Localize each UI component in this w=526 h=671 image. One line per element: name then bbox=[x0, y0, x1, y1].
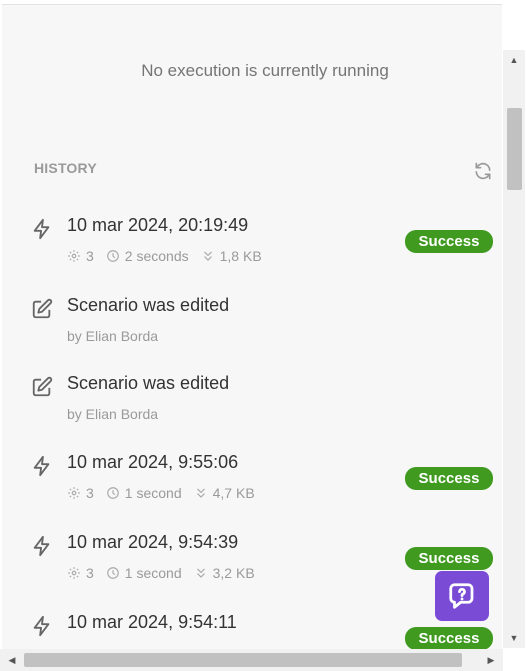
bolt-icon bbox=[33, 455, 50, 477]
execution-timestamp: 10 mar 2024, 20:19:49 bbox=[67, 215, 249, 235]
execution-meta: 3 2 seconds 1,8 KB bbox=[67, 248, 274, 264]
bolt-icon bbox=[33, 218, 50, 240]
history-entry-edit: Scenario was edited by Elian Borda bbox=[2, 373, 502, 443]
chevrons-down-icon bbox=[196, 568, 205, 578]
execution-timestamp: 10 mar 2024, 9:54:11 bbox=[67, 612, 237, 632]
ops-value: 3 bbox=[86, 248, 94, 264]
duration: 1 second bbox=[106, 485, 182, 501]
size-value: 3,2 KB bbox=[212, 565, 255, 581]
bolt-icon bbox=[33, 615, 50, 637]
no-execution-message: No execution is currently running bbox=[141, 61, 389, 80]
edit-title: Scenario was edited bbox=[67, 373, 230, 393]
gear-icon bbox=[68, 567, 80, 579]
edit-title: Scenario was edited bbox=[67, 295, 230, 315]
status-badge: Success bbox=[405, 230, 493, 253]
history-entry-execution[interactable]: 10 mar 2024, 9:54:11 Success bbox=[2, 612, 502, 649]
edit-author: by Elian Borda bbox=[67, 406, 159, 422]
help-icon bbox=[449, 583, 474, 609]
status-badge: Success bbox=[405, 547, 493, 570]
vertical-scroll-thumb[interactable] bbox=[507, 108, 522, 190]
duration-value: 2 seconds bbox=[124, 248, 189, 264]
operations-count: 3 bbox=[67, 485, 94, 501]
bolt-icon bbox=[33, 535, 50, 557]
history-entry-execution[interactable]: 10 mar 2024, 9:55:06 3 1 second 4,7 KB S… bbox=[2, 452, 502, 522]
edit-icon bbox=[32, 298, 53, 319]
execution-timestamp: 10 mar 2024, 9:54:39 bbox=[67, 532, 239, 552]
scroll-down-arrow[interactable]: ▼ bbox=[503, 630, 525, 646]
size-value: 1,8 KB bbox=[219, 248, 262, 264]
gear-icon bbox=[68, 487, 80, 499]
history-entry-edit: Scenario was edited by Elian Borda bbox=[2, 295, 502, 365]
data-size: 4,7 KB bbox=[194, 485, 255, 501]
status-badge: Success bbox=[405, 627, 493, 649]
execution-meta: 3 1 second 4,7 KB bbox=[67, 485, 267, 501]
duration: 2 seconds bbox=[106, 248, 189, 264]
gear-icon bbox=[68, 250, 80, 262]
history-entry-execution[interactable]: 10 mar 2024, 20:19:49 3 2 seconds 1,8 KB… bbox=[2, 215, 502, 285]
duration: 1 second bbox=[106, 565, 182, 581]
clock-icon bbox=[106, 567, 119, 579]
history-entry-execution[interactable]: 10 mar 2024, 9:54:39 3 1 second 3,2 KB S… bbox=[2, 532, 502, 602]
scenario-panel: No execution is currently running HISTOR… bbox=[2, 4, 502, 649]
clock-icon bbox=[106, 487, 119, 499]
status-badge: Success bbox=[405, 467, 493, 490]
execution-meta: 3 1 second 3,2 KB bbox=[67, 565, 267, 581]
vertical-scrollbar[interactable]: ▲ ▼ bbox=[503, 50, 525, 648]
horizontal-scrollbar[interactable]: ◀ ▶ bbox=[0, 649, 503, 671]
duration-value: 1 second bbox=[124, 565, 182, 581]
operations-count: 3 bbox=[67, 248, 94, 264]
ops-value: 3 bbox=[86, 485, 94, 501]
scroll-left-arrow[interactable]: ◀ bbox=[4, 649, 20, 671]
operations-count: 3 bbox=[67, 565, 94, 581]
execution-timestamp: 10 mar 2024, 9:55:06 bbox=[67, 452, 239, 472]
data-size: 3,2 KB bbox=[194, 565, 255, 581]
data-size: 1,8 KB bbox=[201, 248, 262, 264]
scroll-right-arrow[interactable]: ▶ bbox=[483, 649, 499, 671]
refresh-icon[interactable] bbox=[473, 161, 493, 181]
chevrons-down-icon bbox=[196, 488, 205, 498]
ops-value: 3 bbox=[86, 565, 94, 581]
edit-author: by Elian Borda bbox=[67, 328, 159, 344]
scroll-up-arrow[interactable]: ▲ bbox=[503, 52, 525, 68]
duration-value: 1 second bbox=[124, 485, 182, 501]
chevrons-down-icon bbox=[203, 251, 212, 261]
horizontal-scroll-thumb[interactable] bbox=[24, 653, 462, 667]
help-button[interactable] bbox=[435, 571, 489, 621]
edit-icon bbox=[32, 376, 53, 397]
clock-icon bbox=[106, 250, 119, 262]
history-heading: HISTORY bbox=[34, 160, 97, 176]
size-value: 4,7 KB bbox=[212, 485, 255, 501]
